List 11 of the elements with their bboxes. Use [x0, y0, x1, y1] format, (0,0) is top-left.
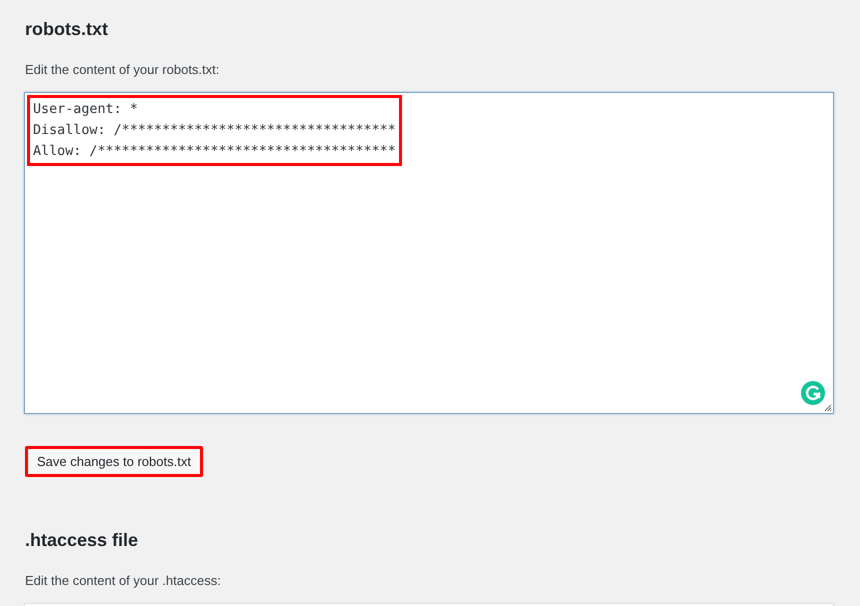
grammar-checker-icon[interactable]: [801, 381, 825, 405]
code-line: Allow: /*************************************: [33, 143, 396, 161]
section-heading: .htaccess file: [25, 530, 138, 551]
text-area[interactable]: User-agent: * Disallow: /********************************** Allow: /*************************************: [24, 92, 834, 414]
section-heading: robots.txt: [25, 19, 108, 40]
code-line: Disallow: /**********************************: [33, 122, 396, 140]
section-description: Edit the content of your .htaccess:: [25, 573, 221, 588]
section-description: Edit the content of your robots.txt:: [25, 62, 220, 77]
code-line: User-agent: *: [33, 101, 139, 119]
resize-grip-icon[interactable]: [823, 403, 832, 412]
save-button[interactable]: Save changes to robots.txt: [25, 446, 203, 477]
